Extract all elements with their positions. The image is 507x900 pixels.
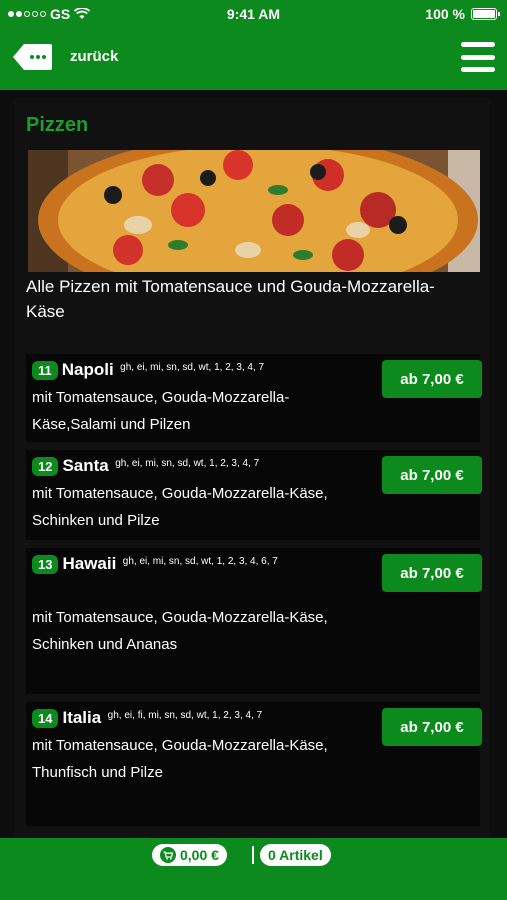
cart-total-pill[interactable]: 0,00 € [152, 844, 227, 866]
item-number: 11 [32, 360, 58, 380]
item-name: Santa [62, 456, 109, 475]
section-description: Alle Pizzen mit Tomatensauce und Gouda-M… [26, 277, 435, 321]
add-to-cart-button[interactable]: ab 7,00 € [382, 456, 482, 494]
app-header: GS 9:41 AM 100 % zurück [0, 0, 507, 90]
pizza-image [28, 150, 480, 272]
cart-total: 0,00 € [180, 847, 219, 863]
back-button[interactable] [12, 42, 56, 72]
item-allergens: gh, ei, fi, mi, sn, sd, wt, 1, 2, 3, 4, … [107, 710, 263, 721]
item-description: mit Tomatensauce, Gouda-Mozzarella-Käse,… [32, 485, 328, 529]
section-title: Pizzen [26, 114, 89, 136]
item-allergens: gh, ei, mi, sn, sd, wt, 1, 2, 3, 4, 7 [115, 458, 260, 469]
divider [252, 846, 254, 864]
menu-item[interactable]: 14 Italia gh, ei, fi, mi, sn, sd, wt, 1, … [26, 702, 482, 826]
item-description: mit Tomatensauce, Gouda-Mozzarella-Käse,… [32, 389, 290, 433]
battery-percent: 100 % [425, 6, 465, 22]
menu-panel: Pizzen Alle Pizzen mit Tomatensauce und … [14, 98, 490, 838]
item-name: Hawaii [62, 554, 117, 573]
item-heading: 14 Italia gh, ei, fi, mi, sn, sd, wt, 1, … [32, 708, 322, 728]
menu-item[interactable]: 11 Napoli gh, ei, mi, sn, sd, wt, 1, 2, 3… [26, 354, 482, 442]
battery-icon [471, 8, 500, 20]
item-heading: 13 Hawaii gh, ei, mi, sn, sd, wt, 1, 2, 3… [32, 554, 322, 574]
status-bar: GS 9:41 AM 100 % [0, 0, 507, 28]
menu-item[interactable]: 13 Hawaii gh, ei, mi, sn, sd, wt, 1, 2, 3… [26, 548, 482, 694]
back-tag-icon [13, 44, 52, 70]
item-allergens: gh, ei, mi, sn, sd, wt, 1, 2, 3, 4, 7 [120, 362, 265, 373]
menu-item[interactable]: 12 Santa gh, ei, mi, sn, sd, wt, 1, 2, 3,… [26, 450, 482, 540]
add-to-cart-button[interactable]: ab 7,00 € [382, 554, 482, 592]
item-name: Napoli [61, 360, 114, 379]
item-number: 12 [32, 456, 59, 476]
cart-count-pill[interactable]: 0 Artikel [260, 844, 331, 866]
cart-bar[interactable]: 0,00 € 0 Artikel [0, 838, 507, 900]
item-name: Italia [62, 708, 102, 727]
item-description: mit Tomatensauce, Gouda-Mozzarella-Käse,… [32, 609, 328, 653]
item-heading: 12 Santa gh, ei, mi, sn, sd, wt, 1, 2, 3,… [32, 456, 322, 476]
item-number: 13 [32, 554, 59, 574]
cart-icon [160, 847, 176, 863]
back-label[interactable]: zurück [70, 48, 118, 65]
item-number: 14 [32, 708, 59, 728]
item-heading: 11 Napoli gh, ei, mi, sn, sd, wt, 1, 2, 3… [32, 360, 322, 380]
add-to-cart-button[interactable]: ab 7,00 € [382, 360, 482, 398]
item-allergens: gh, ei, mi, sn, sd, wt, 1, 2, 3, 4, 6, 7 [122, 556, 278, 567]
hamburger-menu-icon[interactable] [461, 42, 495, 72]
battery: 100 % [425, 6, 500, 22]
cart-count: 0 Artikel [268, 847, 323, 863]
add-to-cart-button[interactable]: ab 7,00 € [382, 708, 482, 746]
item-description: mit Tomatensauce, Gouda-Mozzarella-Käse,… [32, 737, 328, 781]
